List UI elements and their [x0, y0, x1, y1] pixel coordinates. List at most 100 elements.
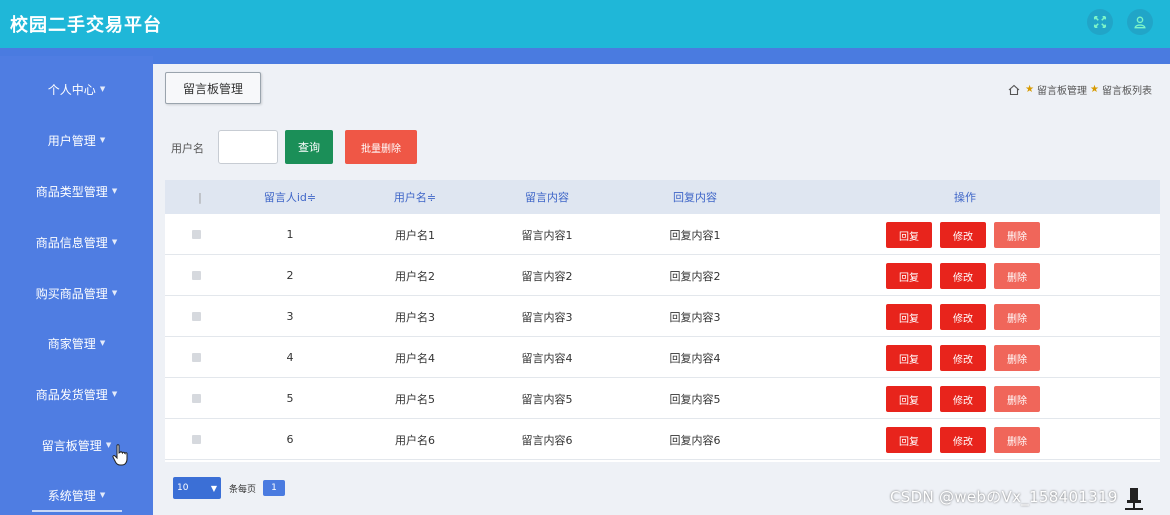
tab-message-board[interactable]: 留言板管理 — [165, 72, 261, 104]
sidebar-item-label: 系统管理 — [47, 488, 96, 503]
header-reply: 回复内容 — [673, 191, 717, 204]
reply-button[interactable]: 回复 — [886, 304, 932, 330]
cell-username: 用户名5 — [395, 392, 435, 406]
fullscreen-button[interactable] — [1087, 9, 1113, 35]
sidebar-item-system-management[interactable]: 系统管理 ▼ — [0, 480, 153, 510]
user-icon — [1134, 16, 1146, 29]
edit-button[interactable]: 修改 — [940, 222, 986, 248]
breadcrumb-item: 留言板列表 — [1102, 86, 1152, 97]
table-row: 2 用户名2 留言内容2 回复内容2 回复 修改 删除 — [165, 255, 1160, 296]
row-checkbox[interactable] — [192, 271, 201, 280]
delete-button[interactable]: 删除 — [994, 263, 1040, 289]
delete-button[interactable]: 删除 — [994, 222, 1040, 248]
sidebar-item-merchant-management[interactable]: 商家管理 ▼ — [0, 328, 153, 358]
delete-button[interactable]: 删除 — [994, 345, 1040, 371]
sidebar-item-label: 商品类型管理 — [35, 184, 108, 199]
sidebar-item-label: 用户管理 — [47, 133, 96, 148]
sidebar-item-shipping-management[interactable]: 商品发货管理 ▼ — [0, 379, 153, 409]
hand-cursor-icon — [112, 444, 128, 466]
cell-reply: 回复内容4 — [669, 351, 721, 365]
fullscreen-icon — [1093, 15, 1107, 29]
sidebar-item-label: 购买商品管理 — [35, 286, 108, 301]
breadcrumb: ★ 留言板管理 ★ 留言板列表 — [1008, 82, 1152, 97]
row-checkbox[interactable] — [192, 353, 201, 362]
message-table: | 留言人id≑ 用户名≑ 留言内容 回复内容 操作 1 用户名1 留言内容1 … — [165, 180, 1160, 462]
row-checkbox[interactable] — [192, 312, 201, 321]
sidebar-item-label: 个人中心 — [47, 82, 96, 97]
table-header: | 留言人id≑ 用户名≑ 留言内容 回复内容 操作 — [165, 180, 1160, 214]
sidebar-item-user-management[interactable]: 用户管理 ▼ — [0, 125, 153, 155]
row-checkbox[interactable] — [192, 230, 201, 239]
header-strip — [0, 48, 1170, 64]
edit-button[interactable]: 修改 — [940, 345, 986, 371]
breadcrumb-item[interactable]: 留言板管理 — [1037, 82, 1087, 97]
main-content: 留言板管理 ★ 留言板管理 ★ 留言板列表 用户名 查询 批量删除 | 留言人i… — [153, 64, 1170, 515]
edit-button[interactable]: 修改 — [940, 427, 986, 453]
user-button[interactable] — [1127, 9, 1153, 35]
cell-username: 用户名2 — [395, 269, 435, 283]
header-id[interactable]: 留言人id≑ — [240, 180, 340, 214]
cell-username: 用户名3 — [395, 310, 435, 324]
page-size-value: 10 — [177, 483, 189, 493]
sidebar-item-product-type-management[interactable]: 商品类型管理 ▼ — [0, 176, 153, 206]
table-row: 5 用户名5 留言内容5 回复内容5 回复 修改 删除 — [165, 378, 1160, 419]
cell-reply: 回复内容3 — [669, 310, 721, 324]
page-size-select[interactable]: 10 ▼ — [173, 477, 221, 499]
caret-down-icon: ▼ — [111, 289, 118, 297]
header-username[interactable]: 用户名≑ — [365, 180, 465, 214]
cell-id: 4 — [286, 351, 294, 364]
delete-button[interactable]: 删除 — [994, 386, 1040, 412]
delete-button[interactable]: 删除 — [994, 427, 1040, 453]
app-title: 校园二手交易平台 — [10, 15, 162, 36]
batch-delete-button[interactable]: 批量删除 — [345, 130, 417, 164]
edit-button[interactable]: 修改 — [940, 304, 986, 330]
row-checkbox[interactable] — [192, 394, 201, 403]
caret-down-icon: ▼ — [111, 390, 118, 398]
header-select[interactable]: | — [180, 180, 220, 214]
sidebar-item-label: 留言板管理 — [41, 438, 102, 453]
watermark: CSDN @webのVx_158401319 — [890, 488, 1118, 506]
row-checkbox[interactable] — [192, 435, 201, 444]
edit-button[interactable]: 修改 — [940, 386, 986, 412]
sidebar-item-message-board-management[interactable]: 留言板管理 ▼ — [0, 430, 153, 460]
star-icon: ★ — [1025, 84, 1035, 95]
reply-button[interactable]: 回复 — [886, 427, 932, 453]
cell-content: 留言内容5 — [521, 392, 573, 406]
table-row: 3 用户名3 留言内容3 回复内容3 回复 修改 删除 — [165, 296, 1160, 337]
cell-content: 留言内容3 — [521, 310, 573, 324]
sidebar: 个人中心 ▼ 用户管理 ▼ 商品类型管理 ▼ 商品信息管理 ▼ 购买商品管理 ▼ 商家管理… — [0, 56, 153, 515]
cell-username: 用户名4 — [395, 351, 435, 365]
cell-content: 留言内容4 — [521, 351, 573, 365]
sidebar-item-personal-center[interactable]: 个人中心 ▼ — [0, 74, 153, 104]
sidebar-item-purchase-management[interactable]: 购买商品管理 ▼ — [0, 278, 153, 308]
page-number-button[interactable]: 1 — [263, 480, 285, 496]
caret-down-icon: ▼ — [99, 136, 106, 144]
cell-content: 留言内容6 — [521, 433, 573, 447]
cell-reply: 回复内容5 — [669, 392, 721, 406]
sidebar-item-label: 商品信息管理 — [35, 235, 108, 250]
query-button[interactable]: 查询 — [285, 130, 333, 164]
pin-icon — [1125, 488, 1143, 510]
chevron-down-icon: ▼ — [210, 483, 217, 493]
reply-button[interactable]: 回复 — [886, 263, 932, 289]
sidebar-divider — [32, 510, 122, 512]
sidebar-item-product-info-management[interactable]: 商品信息管理 ▼ — [0, 227, 153, 257]
reply-button[interactable]: 回复 — [886, 386, 932, 412]
caret-down-icon: ▼ — [99, 491, 106, 499]
sidebar-item-label: 商品发货管理 — [35, 387, 108, 402]
cell-reply: 回复内容2 — [669, 269, 721, 283]
cell-id: 5 — [286, 392, 294, 405]
home-icon[interactable] — [1008, 84, 1020, 96]
edit-button[interactable]: 修改 — [940, 263, 986, 289]
delete-button[interactable]: 删除 — [994, 304, 1040, 330]
star-icon: ★ — [1090, 84, 1099, 95]
username-search-input[interactable] — [218, 130, 278, 164]
table-row: 4 用户名4 留言内容4 回复内容4 回复 修改 删除 — [165, 337, 1160, 378]
reply-button[interactable]: 回复 — [886, 222, 932, 248]
cell-reply: 回复内容1 — [669, 228, 721, 242]
caret-down-icon: ▼ — [111, 238, 118, 246]
header-content: 留言内容 — [525, 191, 569, 204]
cell-content: 留言内容1 — [521, 228, 573, 242]
reply-button[interactable]: 回复 — [886, 345, 932, 371]
caret-down-icon: ▼ — [99, 339, 106, 347]
